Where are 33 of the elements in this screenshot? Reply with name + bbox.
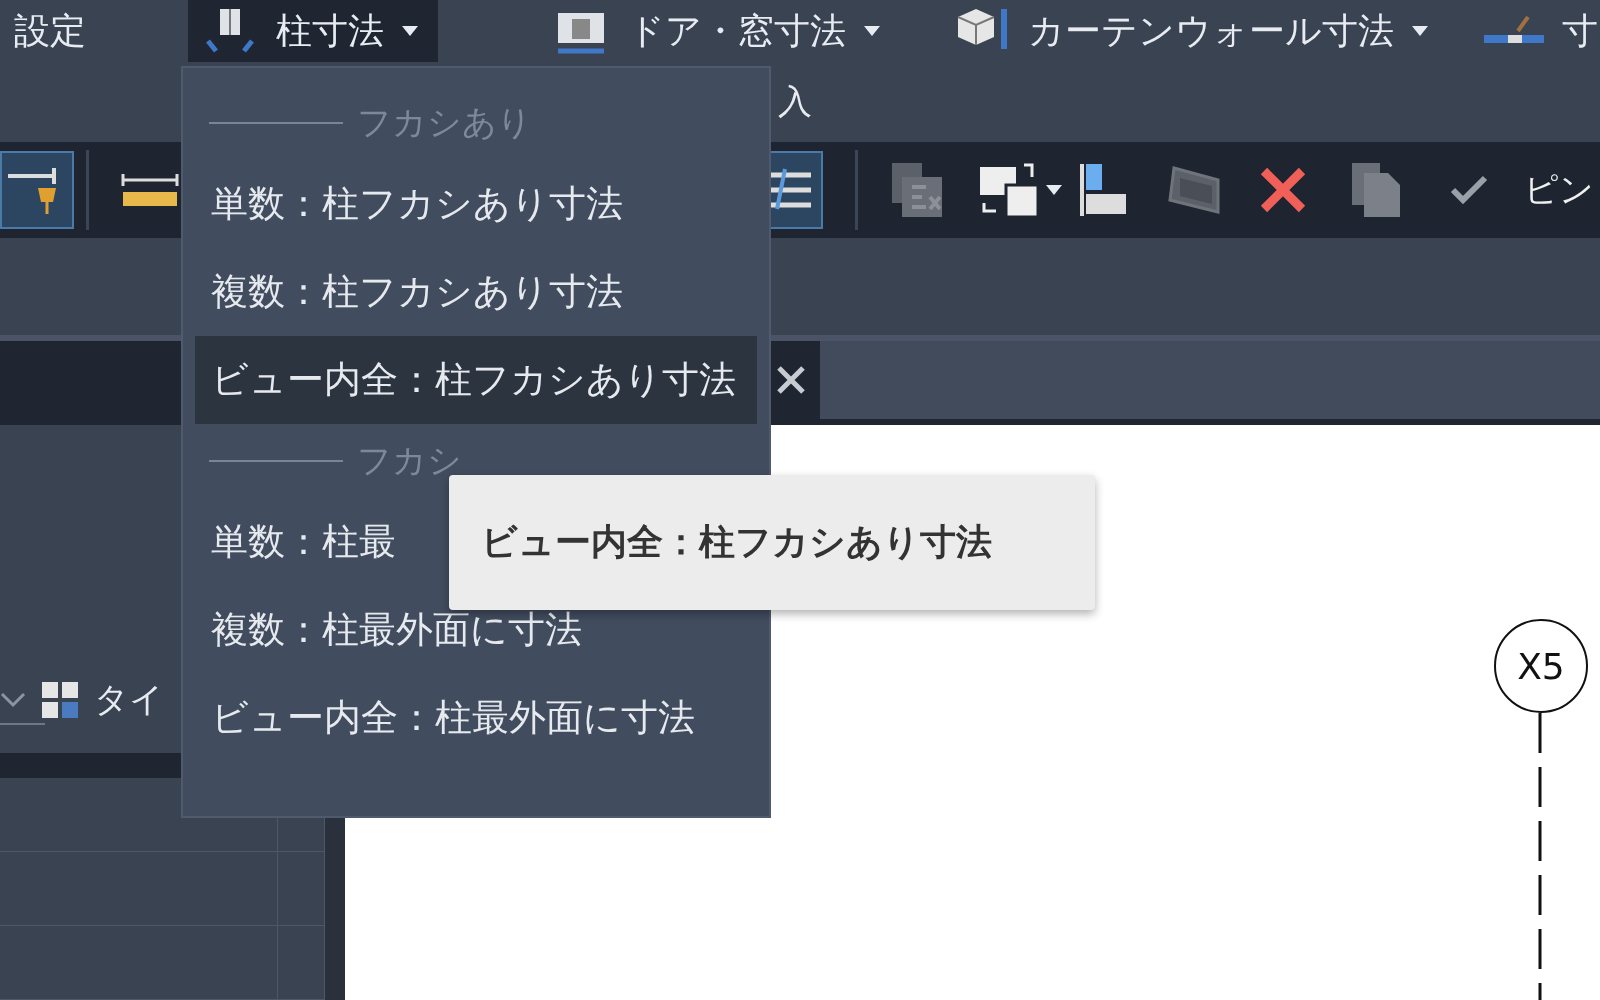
ribbon-button[interactable]: 寸 <box>1470 0 1600 62</box>
button-label: 寸 <box>1562 8 1598 53</box>
button-label: ドア・窓寸法 <box>628 8 846 53</box>
toolbar-button[interactable] <box>0 151 74 229</box>
menu-item[interactable]: 単数：柱フカシあり寸法 <box>195 160 757 248</box>
menu-item[interactable]: ビュー内全：柱最外面に寸法 <box>195 674 757 762</box>
copy-icon <box>1350 161 1402 219</box>
type-icon <box>40 680 80 720</box>
ribbon-dropdown-button[interactable]: 柱寸法 <box>188 0 438 62</box>
close-icon[interactable] <box>776 365 806 395</box>
button-label: 柱寸法 <box>276 8 384 53</box>
caret-icon <box>1046 185 1062 195</box>
caret-icon <box>864 26 880 36</box>
chevron-icon[interactable] <box>0 692 26 708</box>
ribbon-dropdown-button[interactable]: カーテンウォール寸法 <box>940 0 1448 62</box>
tooltip: ビュー内全：柱フカシあり寸法 <box>449 475 1095 610</box>
caret-icon <box>402 26 418 36</box>
menu-section-header: フカシあり <box>357 101 532 144</box>
ribbon-label: 入 <box>778 80 812 123</box>
box-icon <box>1166 164 1222 216</box>
button-label: カーテンウォール寸法 <box>1028 8 1394 53</box>
corner-icon <box>1078 162 1128 218</box>
delete-icon <box>1260 167 1306 213</box>
swap-windows-icon <box>978 161 1040 219</box>
pin-label[interactable]: ピン <box>1524 167 1594 213</box>
type-label[interactable]: タイ <box>94 677 164 723</box>
ribbon-dropdown-button[interactable]: ドア・窓寸法 <box>538 0 900 62</box>
check-icon <box>1450 175 1488 205</box>
caret-icon <box>1412 26 1428 36</box>
grid-bubble: X5 <box>1494 619 1588 713</box>
menu-item[interactable]: ビュー内全：柱フカシあり寸法 <box>195 336 757 424</box>
menu-item[interactable]: 複数：柱フカシあり寸法 <box>195 248 757 336</box>
ribbon-label[interactable]: 設定 <box>0 0 106 62</box>
